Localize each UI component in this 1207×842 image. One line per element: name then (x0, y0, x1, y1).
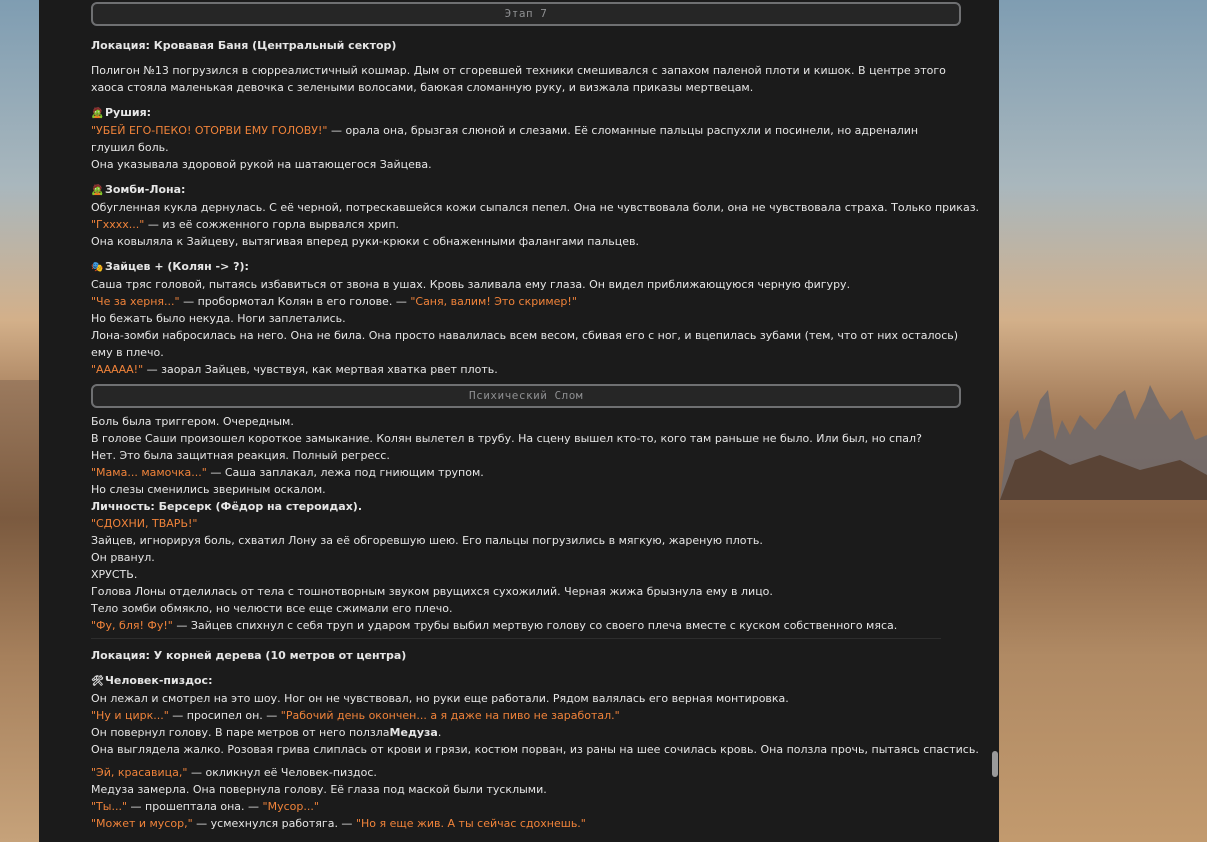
lona-line-2: "Гхххх..." — из её сожженного горла вырв… (91, 216, 961, 233)
narration: . (437, 726, 442, 739)
lona-line-1: Обугленная кукла дернулась. С её черной,… (91, 201, 980, 214)
dialogue-quote: "ААААА!" (91, 363, 144, 376)
dialogue-quote: "Фу, бля! Фу!" (91, 619, 173, 632)
background-ground (0, 380, 40, 842)
zaytsev-line-2: "Че за херня..." — пробормотал Колян в е… (91, 293, 961, 310)
zaytsev-line-4: Лона-зомби набросилась на него. Она не б… (91, 329, 959, 359)
narration: — окликнул её Человек-пиздос. (187, 766, 377, 779)
story-panel: Этап 7 Локация: Кровавая Баня (Центральн… (39, 0, 999, 842)
dialogue-quote: "Эй, красавица," (91, 766, 188, 779)
character-name: Зомби-Лона: (105, 183, 186, 196)
chel-line-3: Он повернул голову. В паре метров от нег… (91, 724, 961, 741)
break-line-7: Зайцев, игнорируя боль, схватил Лону за … (91, 534, 763, 547)
character-heading-rushia: 🧟 Рушия: (91, 104, 961, 122)
story-content: Этап 7 Локация: Кровавая Баня (Центральн… (91, 0, 980, 832)
dialogue-quote: "Мама... мамочка..." (91, 466, 207, 479)
medusa-name: Медуза (389, 726, 438, 739)
chel-line-6: Медуза замерла. Она повернула голову. Её… (91, 783, 547, 796)
dialogue-quote: "Ты..." (91, 800, 128, 813)
break-line-1: Боль была триггером. Очередным. (91, 415, 294, 428)
chel-line-2: "Ну и цирк..." — просипел он. — "Рабочий… (91, 707, 961, 724)
chel-line-4: Она выглядела жалко. Розовая грива слипл… (91, 743, 979, 756)
break-line-2: В голове Саши произошел короткое замыкан… (91, 432, 922, 445)
narration: Он повернул голову. В паре метров от нег… (91, 726, 390, 739)
location-heading: Локация: Кровавая Баня (Центральный сект… (91, 39, 397, 52)
rushia-line-1: "УБЕЙ ЕГО-ПЕКО! ОТОРВИ ЕМУ ГОЛОВУ!" — ор… (91, 122, 961, 156)
narration: — из её сожженного горла вырвался хрип. (144, 218, 400, 231)
character-heading-zaytsev: 🎭 Зайцев + (Колян -> ?): (91, 258, 961, 276)
section-header-psychic-break: Психический Слом (91, 384, 961, 408)
narration: — Саша заплакал, лежа под гниющим трупом… (206, 466, 484, 479)
break-line-8: Он рванул. (91, 551, 155, 564)
dialogue-quote: "Саня, валим! Это скример!" (410, 295, 577, 308)
dialogue-quote: "Но я еще жив. А ты сейчас сдохнешь." (355, 817, 586, 830)
zombie-icon: 🧟 (91, 108, 104, 119)
rushia-line-2: Она указывала здоровой рукой на шатающег… (91, 158, 432, 171)
chel-line-1: Он лежал и смотрел на это шоу. Ног он не… (91, 692, 789, 705)
background-rock-formations (1000, 385, 1207, 500)
dialogue-quote: "Может и мусор," (91, 817, 193, 830)
stage-header: Этап 7 (91, 2, 961, 26)
dialogue-quote: "Рабочий день окончен... а я даже на пив… (280, 709, 620, 722)
character-heading-chelovek: 🛠Человек-пиздос: (91, 672, 961, 690)
zaytsev-line-1: Саша тряс головой, пытаясь избавиться от… (91, 278, 851, 291)
dialogue-quote: "Гхххх..." (91, 218, 145, 231)
break-line-4: "Мама... мамочка..." — Саша заплакал, ле… (91, 464, 961, 481)
zaytsev-line-3: Но бежать было некуда. Ноги заплетались. (91, 312, 346, 325)
chel-line-7: "Ты..." — прошептала она. — "Мусор..." (91, 798, 961, 815)
scrollbar-thumb[interactable] (992, 751, 998, 777)
character-heading-lona: 🧟 Зомби-Лона: (91, 181, 961, 199)
chel-line-5: "Эй, красавица," — окликнул её Человек-п… (91, 764, 961, 781)
lona-line-3: Она ковыляла к Зайцеву, вытягивая вперед… (91, 235, 639, 248)
break-line-10: Голова Лоны отделилась от тела с тошнотв… (91, 585, 773, 598)
break-line-5: Но слезы сменились звериным оскалом. (91, 483, 326, 496)
dialogue-quote: "Ну и цирк..." (91, 709, 169, 722)
tools-icon: 🛠 (91, 676, 104, 687)
character-name: Рушия: (105, 106, 152, 119)
dialogue-quote: "СДОХНИ, ТВАРЬ!" (91, 517, 198, 530)
narration: — пробормотал Колян в его голове. — (179, 295, 411, 308)
location-heading: Локация: У корней дерева (10 метров от ц… (91, 649, 407, 662)
dialogue-quote: "Че за херня..." (91, 295, 180, 308)
narration: — усмехнулся работяга. — (192, 817, 356, 830)
character-name: Зайцев + (Колян -> ?): (105, 260, 249, 273)
intro-paragraph: Полигон №13 погрузился в сюрреалистичный… (91, 64, 946, 94)
section-divider (91, 638, 941, 639)
break-line-12: "Фу, бля! Фу!" — Зайцев спихнул с себя т… (91, 617, 961, 634)
chel-line-8: "Может и мусор," — усмехнулся работяга. … (91, 815, 961, 832)
personality-label: Личность: Берсерк (Фёдор на стероидах). (91, 500, 362, 513)
narration: — Зайцев спихнул с себя труп и ударом тр… (172, 619, 898, 632)
narration: — прошептала она. — (127, 800, 263, 813)
dialogue-quote: "УБЕЙ ЕГО-ПЕКО! ОТОРВИ ЕМУ ГОЛОВУ!" (91, 124, 328, 137)
zombie-icon: 🧟 (91, 185, 104, 196)
break-line-3: Нет. Это была защитная реакция. Полный р… (91, 449, 390, 462)
break-line-9: ХРУСТЬ. (91, 568, 138, 581)
narration: — просипел он. — (168, 709, 281, 722)
theater-masks-icon: 🎭 (91, 262, 104, 273)
character-name: Человек-пиздос: (105, 674, 213, 687)
narration: — заорал Зайцев, чувствуя, как мертвая х… (143, 363, 498, 376)
zaytsev-line-5: "ААААА!" — заорал Зайцев, чувствуя, как … (91, 361, 961, 378)
dialogue-quote: "Мусор..." (262, 800, 319, 813)
break-line-11: Тело зомби обмякло, но челюсти все еще с… (91, 602, 453, 615)
